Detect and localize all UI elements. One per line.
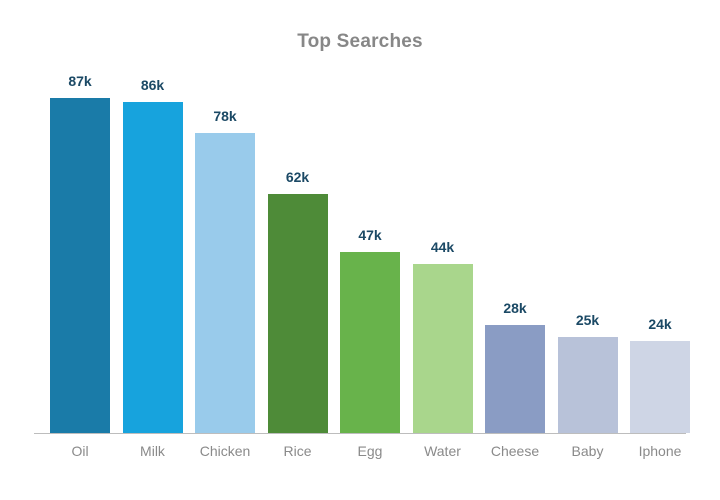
bar[interactable] bbox=[485, 325, 545, 433]
bar-value-label: 62k bbox=[285, 169, 310, 186]
bar[interactable] bbox=[195, 132, 255, 433]
bar-group: 24k bbox=[630, 73, 690, 433]
bar-group: 44k bbox=[412, 73, 473, 433]
bar-group: 86k bbox=[122, 73, 183, 433]
bar-value-label: 87k bbox=[68, 73, 92, 89]
bar-group: 25k bbox=[557, 73, 618, 433]
bar-group: 28k bbox=[485, 73, 545, 433]
bar[interactable] bbox=[122, 101, 183, 433]
bar-value-label: 44k bbox=[430, 238, 455, 255]
bar[interactable] bbox=[50, 98, 110, 433]
x-axis-line bbox=[34, 433, 686, 434]
category-label: Iphone bbox=[638, 443, 682, 459]
plot-area: 87k 86k 78k 62k 47k 44k 28k 25k 24k Oil Milk Chick… bbox=[0, 0, 720, 500]
bar-value-label: 47k bbox=[358, 227, 382, 244]
bar-value-label: 86k bbox=[140, 76, 165, 93]
bar-group: 47k bbox=[340, 73, 400, 433]
bar[interactable] bbox=[630, 340, 690, 433]
bar-value-label: 28k bbox=[503, 300, 527, 317]
bar-group: 87k bbox=[50, 73, 110, 433]
bar[interactable] bbox=[340, 252, 400, 433]
bar[interactable] bbox=[267, 194, 328, 433]
bar-value-label: 24k bbox=[648, 315, 672, 332]
bar[interactable] bbox=[557, 336, 618, 433]
bar-chart: Top Searches 87k 86k 78k 62k 47k 44k 28k 25k 24k… bbox=[0, 0, 720, 500]
bar-value-label: 25k bbox=[575, 311, 600, 328]
bar[interactable] bbox=[412, 263, 473, 433]
bar-group: 78k bbox=[195, 73, 255, 433]
bar-group: 62k bbox=[267, 73, 328, 433]
bar-value-label: 78k bbox=[213, 107, 237, 124]
